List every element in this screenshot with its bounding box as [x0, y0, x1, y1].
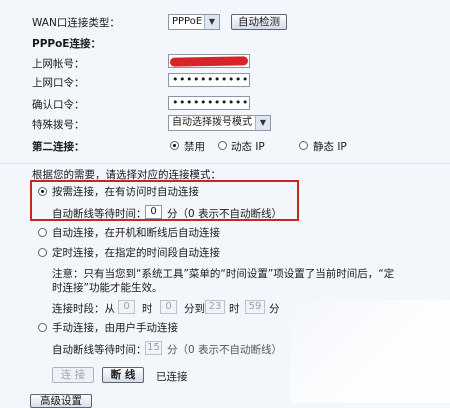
wan-type-select[interactable]: PPPoE ▼ [168, 14, 220, 30]
special-dial-select[interactable]: 自动选择拨号模式 ▼ [168, 115, 271, 131]
second-dynamic-ip-radio[interactable] [218, 141, 227, 150]
auto-connect-radio[interactable] [38, 228, 47, 237]
minute-label: 分 [269, 303, 280, 315]
auto-detect-button[interactable]: 自动检测 [231, 14, 287, 30]
timed-note-line1: 注意：只有当您到“系统工具”菜单的“时间设置”项设置了当前时间后，“定 [52, 268, 395, 280]
demand-connect-label: 按需连接，在有访问时自动连接 [52, 186, 199, 198]
timed-connect-radio[interactable] [38, 248, 47, 257]
manual-connect-radio[interactable] [38, 323, 47, 332]
disconnect-button[interactable]: 断 线 [102, 367, 144, 383]
special-dial-value: 自动选择拨号模式 [172, 117, 252, 128]
second-connection-label: 第二连接： [32, 141, 85, 153]
manual-idle-input[interactable]: 15 [145, 341, 162, 355]
demand-idle-prefix: 自动断线等待时间： [52, 208, 147, 220]
confirm-password-label: 确认口令： [32, 99, 85, 111]
wan-type-value: PPPoE [172, 16, 203, 27]
chevron-down-icon: ▼ [255, 116, 270, 130]
advanced-settings-button[interactable]: 高级设置 [30, 394, 92, 408]
second-disabled-radio[interactable] [170, 141, 179, 150]
divider [0, 163, 450, 164]
manual-connect-label: 手动连接，由用户手动连接 [52, 322, 178, 334]
period-prefix: 连接时段：从 [52, 303, 115, 315]
start-hour-input[interactable]: 0 [118, 300, 135, 314]
end-minute-input[interactable]: 59 [245, 300, 265, 314]
second-static-ip-radio[interactable] [299, 141, 308, 150]
password-input[interactable]: •••••••••••• [168, 73, 250, 87]
hour-label: 时 [142, 303, 153, 315]
account-label: 上网帐号： [32, 58, 85, 70]
special-dial-label: 特殊拨号： [32, 119, 85, 131]
connection-status: 已连接 [156, 371, 188, 383]
second-static-ip-label: 静态 IP [313, 141, 347, 153]
timed-connect-label: 定时连接，在指定的时间段自动连接 [52, 247, 220, 259]
to-label: 分到 [184, 303, 205, 315]
demand-connect-radio[interactable] [38, 187, 47, 196]
auto-connect-label: 自动连接，在开机和断线后自动连接 [52, 227, 220, 239]
hour-label-2: 时 [229, 303, 240, 315]
manual-idle-prefix: 自动断线等待时间： [52, 344, 147, 356]
manual-idle-suffix: 分（0 表示不自动断线） [167, 344, 283, 356]
wan-type-label: WAN口连接类型： [32, 17, 120, 29]
pppoe-section-title: PPPoE连接： [32, 38, 101, 50]
demand-idle-suffix: 分（0 表示不自动断线） [167, 208, 283, 220]
confirm-password-input[interactable]: •••••••••••• [168, 96, 250, 110]
watermark-fade [290, 300, 450, 403]
demand-idle-input[interactable]: 0 [145, 205, 162, 219]
chevron-down-icon: ▼ [204, 15, 219, 29]
connect-button[interactable]: 连 接 [52, 367, 94, 383]
end-hour-input[interactable]: 23 [205, 300, 225, 314]
timed-note-line2: 时连接”功能才能生效。 [52, 282, 163, 294]
password-label: 上网口令： [32, 77, 85, 89]
second-disabled-label: 禁用 [184, 141, 205, 153]
start-minute-input[interactable]: 0 [160, 300, 177, 314]
redaction-mark [169, 56, 249, 67]
second-dynamic-ip-label: 动态 IP [231, 141, 265, 153]
